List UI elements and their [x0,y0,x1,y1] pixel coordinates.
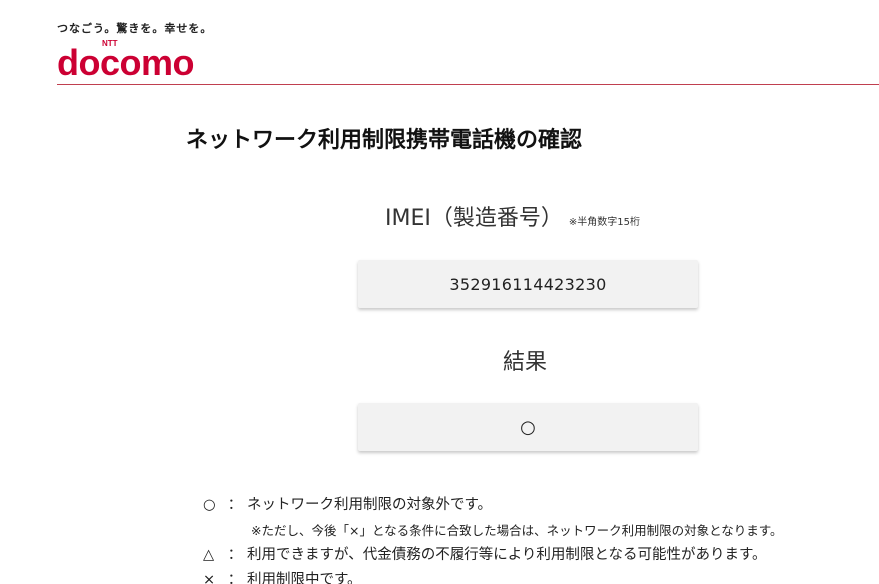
legend-text-triangle: 利用できますが、代金債務の不履行等により利用制限となる可能性があります。 [247,547,767,563]
docomo-logo[interactable]: NTT docomo [57,37,207,79]
legend-text-circle: ネットワーク利用制限の対象外です。 [247,497,493,513]
page-title: ネットワーク利用制限携帯電話機の確認 [186,128,583,153]
imei-format-note: ※半角数字15桁 [568,217,640,228]
logo-docomo-text: docomo [57,42,194,79]
legend-item-triangle: △ ：利用できますが、代金債務の不履行等により利用制限となる可能性があります。 [203,543,782,568]
imei-label: IMEI（製造番号） [385,206,563,231]
legend-item-circle: ○ ：ネットワーク利用制限の対象外です。 [203,493,782,518]
legend-colon: ： [227,497,243,513]
legend-text-cross: 利用制限中です。 [247,572,362,584]
imei-value-field[interactable]: 352916114423230 [358,260,698,308]
imei-label-row: IMEI（製造番号） ※半角数字15桁 [385,200,640,232]
legend-item-cross: × ： 利用制限中です。 [203,568,782,584]
legend-note-circle: ※ただし、今後「×」となる条件に合致した場合は、ネットワーク利用制限の対象となり… [251,523,783,538]
result-label: 結果 [503,350,548,375]
legend-symbol-triangle: △ [203,547,215,563]
legend-colon: ： [227,572,243,584]
legend-symbol-circle: ○ [203,497,216,513]
result-legend: ○：ネットワーク利用制限の対象外です。 ※ただし、今後「×」となる条件に合致した… [203,493,782,584]
brand-tagline: つなごう。驚きを。幸せを。 [57,22,213,35]
legend-symbol-cross: × [203,572,216,584]
legend-colon: ： [227,547,243,563]
result-value-field: ○ [358,403,698,451]
header-divider [57,84,879,85]
page: つなごう。驚きを。幸せを。 NTT docomo ネットワーク利用制限携帯電話機… [0,0,879,584]
docomo-logo-mark: NTT docomo [57,39,195,79]
